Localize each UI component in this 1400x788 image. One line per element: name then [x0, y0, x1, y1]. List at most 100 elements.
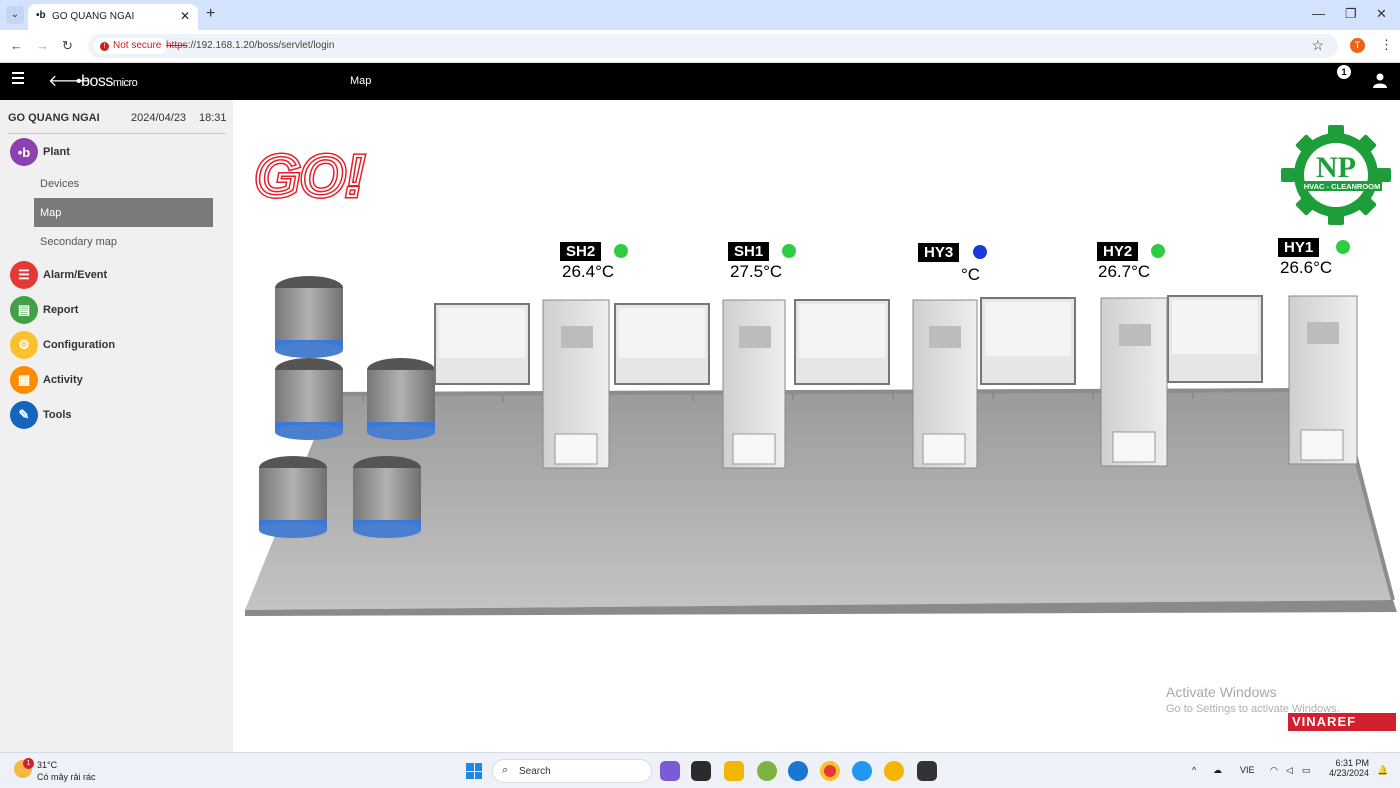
notification-bell-icon[interactable]: 🔔	[1377, 765, 1388, 776]
forward-arrow-icon[interactable]: →	[36, 38, 49, 53]
unit-hy2[interactable]: HY2 26.7°C	[1097, 242, 1165, 281]
unit-hy1-temperature: 26.6°C	[1280, 258, 1333, 277]
browser-tabbar: ⌄ •b GO QUANG NGAI ✕ + — ❐ ✕	[0, 0, 1400, 30]
omnibox[interactable]: ! Not secure https://192.168.1.20/boss/se…	[88, 34, 1338, 58]
taskbar-search-label: Search	[519, 766, 551, 777]
activity-icon: ▦	[10, 366, 38, 394]
notification-badge[interactable]: 1	[1337, 65, 1351, 79]
unit-sh2[interactable]: SH2 26.4°C	[560, 242, 628, 281]
file-explorer-icon[interactable]	[724, 761, 744, 781]
back-arrow-icon[interactable]: ←	[10, 38, 23, 53]
report-icon: ▤	[10, 296, 38, 324]
weather-alert-badge: 1	[23, 758, 34, 769]
submenu-secondary-map[interactable]: Secondary map	[40, 236, 117, 248]
unit-sh2-temperature: 26.4°C	[562, 262, 615, 281]
task-view-icon[interactable]	[691, 761, 711, 781]
taskbar-search[interactable]: ⌕ Search	[492, 759, 652, 783]
unit-hy3-status-indicator	[973, 245, 987, 259]
tools-icon: ✎	[10, 401, 38, 429]
user-icon[interactable]	[1372, 72, 1388, 88]
sidebar: GO QUANG NGAI 2024/04/23 18:31 •b Plant …	[0, 100, 233, 752]
page-title: Map	[350, 75, 372, 87]
bookmark-star-icon[interactable]: ☆	[1311, 37, 1324, 54]
profile-avatar[interactable]: T	[1350, 38, 1365, 53]
vinaref-logo: VINAREF	[1288, 713, 1396, 731]
copilot-icon[interactable]	[660, 761, 680, 781]
unit-hy1-label: HY1	[1278, 238, 1320, 257]
unit-sh2-status-indicator	[614, 244, 628, 258]
rooftop-plant-illustration	[245, 276, 1397, 616]
warning-icon: !	[100, 42, 109, 51]
hamburger-menu-icon[interactable]	[12, 72, 24, 87]
wifi-icon[interactable]: ◠	[1270, 765, 1278, 776]
alarm-icon: ☰	[10, 261, 38, 289]
unit-hy3[interactable]: HY3 °C	[918, 243, 987, 284]
unit-hy3-label: HY3	[918, 243, 960, 262]
minimize-button[interactable]: —	[1312, 6, 1325, 21]
site-info: GO QUANG NGAI 2024/04/23 18:31	[8, 112, 227, 134]
menu-activity[interactable]: ▦ Activity	[10, 366, 83, 394]
unit-hy1[interactable]: HY1 26.6°C	[1278, 238, 1350, 277]
unit-hy2-temperature: 26.7°C	[1098, 262, 1151, 281]
address-bar: ← → ↻ ! Not secure https://192.168.1.20/b…	[0, 30, 1400, 63]
window-close-button[interactable]: ✕	[1376, 6, 1387, 22]
zalo-pc-icon[interactable]	[757, 761, 777, 781]
tab-close-icon[interactable]: ✕	[180, 9, 190, 23]
tab-search-button[interactable]: ⌄	[6, 6, 24, 24]
reload-icon[interactable]: ↻	[62, 38, 73, 54]
menu-configuration[interactable]: ⚙ Configuration	[10, 331, 115, 359]
volume-icon[interactable]: ◁	[1286, 765, 1293, 776]
boss-logo: •bossmicro	[76, 73, 138, 90]
unit-sh1-temperature: 27.5°C	[730, 262, 783, 281]
unit-sh1[interactable]: SH1 27.5°C	[728, 242, 796, 281]
browser-tab[interactable]: •b GO QUANG NGAI ✕	[28, 4, 198, 30]
unit-hy1-status-indicator	[1336, 240, 1350, 254]
new-tab-button[interactable]: +	[206, 5, 215, 23]
unit-sh2-label: SH2	[560, 242, 602, 261]
site-date: 2024/04/23	[131, 112, 187, 124]
edge-icon[interactable]	[788, 761, 808, 781]
restore-button[interactable]: ❐	[1345, 6, 1357, 22]
taskbar-clock[interactable]: 6:31 PM 4/23/2024	[1327, 758, 1369, 778]
menu-alarm-event[interactable]: ☰ Alarm/Event	[10, 261, 107, 289]
unit-hy2-status-indicator	[1151, 244, 1165, 258]
url-text[interactable]: https://192.168.1.20/boss/servlet/login	[166, 40, 334, 51]
svg-text:HVAC - CLEANROOM: HVAC - CLEANROOM	[1304, 182, 1381, 191]
site-name: GO QUANG NGAI	[8, 112, 100, 124]
browser-menu-icon[interactable]: ⋮	[1380, 37, 1393, 53]
map-canvas: GO! GO! NP HVAC - CLEANROOM SH2 26.4°C S…	[233, 100, 1400, 752]
chrome-icon[interactable]	[820, 761, 840, 781]
svg-text:GO!: GO!	[255, 144, 365, 206]
onedrive-icon[interactable]: ☁	[1213, 765, 1222, 776]
clock-date: 4/23/2024	[1328, 768, 1369, 778]
plant-icon: •b	[10, 138, 38, 166]
app-header: 🡐 •bossmicro Map 1	[0, 63, 1400, 100]
wps-icon[interactable]	[917, 761, 937, 781]
windows-taskbar: 1 31°C Có mây rải rác ⌕ Search ^ ☁ VIE ◠…	[0, 752, 1400, 788]
not-secure-badge[interactable]: ! Not secure	[94, 38, 168, 54]
tray-chevron-icon[interactable]: ^	[1192, 765, 1196, 775]
unit-hy3-temperature: °C	[961, 265, 981, 284]
site-time: 18:31	[199, 112, 227, 124]
tab-title: GO QUANG NGAI	[52, 11, 135, 22]
search-icon: ⌕	[502, 764, 509, 776]
svg-text:NP: NP	[1316, 151, 1356, 184]
language-indicator[interactable]: VIE	[1240, 765, 1255, 775]
submenu-devices[interactable]: Devices	[40, 178, 79, 190]
weather-description: Có mây rải rác	[37, 772, 96, 782]
zalo-icon[interactable]	[852, 761, 872, 781]
clock-time: 6:31 PM	[1335, 758, 1369, 768]
windows-start-icon[interactable]	[466, 763, 482, 779]
unit-sh1-label: SH1	[728, 242, 770, 261]
unit-sh1-status-indicator	[782, 244, 796, 258]
ultraviewer-icon[interactable]	[884, 761, 904, 781]
menu-plant[interactable]: •b Plant	[10, 138, 70, 166]
configuration-icon: ⚙	[10, 331, 38, 359]
tab-favicon: •b	[36, 10, 46, 21]
battery-icon[interactable]: ▭	[1302, 765, 1311, 776]
unit-hy2-label: HY2	[1097, 242, 1139, 261]
activate-windows-title: Activate Windows	[1166, 684, 1277, 700]
submenu-map[interactable]: Map	[34, 198, 213, 227]
menu-report[interactable]: ▤ Report	[10, 296, 78, 324]
menu-tools[interactable]: ✎ Tools	[10, 401, 72, 429]
